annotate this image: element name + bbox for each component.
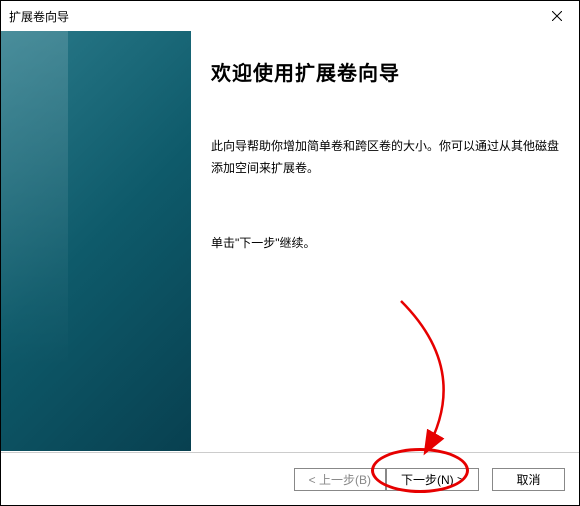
wizard-instruction: 单击"下一步"继续。 [211,234,559,251]
nav-button-group: < 上一步(B) 下一步(N) > [294,468,479,491]
content-area: 欢迎使用扩展卷向导 此向导帮助你增加简单卷和跨区卷的大小。你可以通过从其他磁盘添… [1,31,579,451]
cancel-button[interactable]: 取消 [492,468,565,491]
titlebar-title: 扩展卷向导 [9,8,69,25]
next-button[interactable]: 下一步(N) > [386,468,479,491]
close-icon [552,11,562,21]
main-panel: 欢迎使用扩展卷向导 此向导帮助你增加简单卷和跨区卷的大小。你可以通过从其他磁盘添… [191,31,579,451]
close-button[interactable] [534,1,579,31]
footer-bar: < 上一步(B) 下一步(N) > 取消 [1,452,579,505]
wizard-description: 此向导帮助你增加简单卷和跨区卷的大小。你可以通过从其他磁盘添加空间来扩展卷。 [211,136,559,179]
titlebar: 扩展卷向导 [1,1,579,31]
back-button[interactable]: < 上一步(B) [294,468,386,491]
wizard-sidebar-image [1,31,191,451]
wizard-window: 扩展卷向导 欢迎使用扩展卷向导 此向导帮助你增加简单卷和跨区卷的大小。你可以通过… [0,0,580,506]
wizard-heading: 欢迎使用扩展卷向导 [211,57,559,86]
